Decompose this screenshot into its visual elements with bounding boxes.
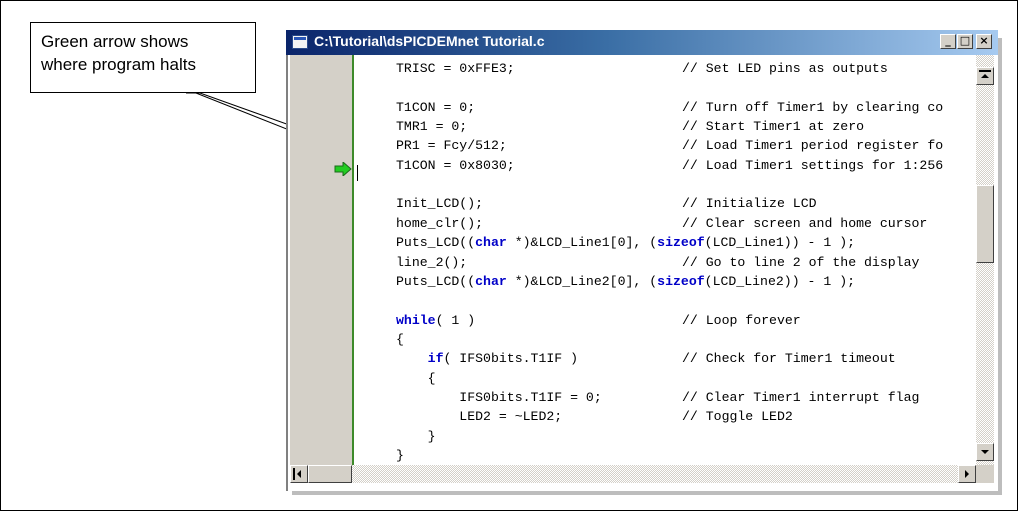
code-text: PR1 = Fcy/512; — [396, 138, 507, 154]
code-comment: // Clear screen and home cursor — [682, 215, 928, 231]
code-text: TRISC = 0xFFE3; — [396, 61, 515, 76]
code-text: while( 1 ) — [396, 312, 476, 328]
editor-window: C:\Tutorial\dsPICDEMnet Tutorial.c _ □ ×… — [286, 30, 998, 491]
vertical-scroll-thumb[interactable] — [976, 185, 994, 263]
code-comment: // Start Timer1 at zero — [682, 119, 865, 135]
chevron-up-icon — [981, 74, 989, 78]
code-area[interactable]: TRISC = 0xFFE3; // Set LED pins as output… — [396, 55, 976, 465]
code-text: if( IFS0bits.T1IF ) — [427, 351, 579, 367]
code-comment: // Clear Timer1 interrupt flag — [682, 389, 920, 405]
code-line: { — [396, 369, 436, 388]
code-line: while( 1 ) // Loop forever — [396, 311, 801, 330]
code-line: Puts_LCD((char *)&LCD_Line2[0], (sizeof(… — [396, 272, 855, 291]
chevron-down-icon — [981, 450, 989, 454]
code-text: { — [396, 331, 404, 347]
code-comment: // Toggle LED2 — [682, 409, 793, 425]
code-text: IFS0bits.T1IF = 0; — [396, 389, 602, 405]
code-line: { — [396, 330, 404, 349]
code-text: line_2(); — [396, 254, 468, 270]
window-shadow-bottom — [292, 491, 1002, 495]
code-comment: // Turn off Timer1 by clearing co — [682, 99, 944, 115]
maximize-button[interactable]: □ — [957, 34, 973, 49]
chevron-left-icon — [297, 470, 301, 478]
code-comment: // Load Timer1 period register fo — [682, 138, 944, 154]
code-line: Puts_LCD((char *)&LCD_Line1[0], (sizeof(… — [396, 233, 855, 252]
scroll-top-bar-icon — [979, 70, 991, 72]
code-text: home_clr(); — [396, 215, 484, 231]
editor-client-area: TRISC = 0xFFE3; // Set LED pins as output… — [286, 55, 998, 491]
code-text: T1CON = 0x8030; — [396, 157, 515, 173]
code-line: T1CON = 0; // Turn off Timer1 by clearing… — [396, 98, 943, 117]
code-line: LED2 = ~LED2; // Toggle LED2 — [396, 407, 793, 426]
green-right-arrow-icon — [334, 162, 352, 176]
chevron-right-icon — [965, 470, 969, 478]
scroll-left-button[interactable] — [290, 465, 308, 483]
callout-text-line2: where program halts — [41, 55, 196, 74]
scroll-right-button[interactable] — [958, 465, 976, 483]
code-line: Init_LCD(); // Initialize LCD — [396, 194, 817, 213]
code-line: home_clr(); // Clear screen and home curs… — [396, 214, 927, 233]
callout-text-line1: Green arrow shows — [41, 32, 189, 51]
size-grip[interactable] — [976, 465, 994, 483]
code-line: TMR1 = 0; // Start Timer1 at zero — [396, 117, 864, 136]
text-cursor — [357, 165, 358, 181]
code-text: Puts_LCD((char *)&LCD_Line2[0], (sizeof(… — [396, 273, 856, 289]
code-line: IFS0bits.T1IF = 0; // Clear Timer1 interr… — [396, 388, 919, 407]
title-bar[interactable]: C:\Tutorial\dsPICDEMnet Tutorial.c _ □ × — [286, 30, 998, 55]
window-title: C:\Tutorial\dsPICDEMnet Tutorial.c — [314, 33, 545, 49]
code-comment: // Go to line 2 of the display — [682, 254, 920, 270]
callout-box: Green arrow shows where program halts — [30, 22, 256, 93]
code-line: } — [396, 446, 404, 465]
breakpoint-gutter[interactable] — [290, 55, 352, 465]
scroll-start-bar-icon — [293, 468, 295, 480]
code-line: TRISC = 0xFFE3; // Set LED pins as output… — [396, 59, 888, 78]
code-line: if( IFS0bits.T1IF ) // Check for Timer1 t… — [396, 349, 896, 368]
window-shadow-right — [998, 38, 1002, 495]
scroll-down-button[interactable] — [976, 443, 994, 461]
close-button[interactable]: × — [976, 34, 992, 49]
code-text: } — [396, 448, 404, 463]
minimize-button[interactable]: _ — [940, 34, 956, 49]
gutter-divider — [352, 55, 354, 465]
code-comment: // Initialize LCD — [682, 196, 817, 212]
scroll-up-button[interactable] — [976, 67, 994, 85]
code-text: { — [396, 370, 436, 386]
document-icon[interactable] — [292, 35, 308, 49]
code-comment: // Check for Timer1 timeout — [682, 351, 896, 367]
code-comment: // Loop forever — [682, 312, 801, 328]
code-line: line_2(); // Go to line 2 of the display — [396, 253, 919, 272]
code-text: TMR1 = 0; — [396, 119, 468, 135]
horizontal-scrollbar[interactable] — [290, 465, 976, 483]
code-comment: // Load Timer1 settings for 1:256 — [682, 157, 944, 173]
code-line: T1CON = 0x8030; // Load Timer1 settings f… — [396, 156, 943, 175]
code-text: T1CON = 0; — [396, 99, 476, 115]
code-text: Init_LCD(); — [396, 196, 484, 212]
horizontal-scroll-thumb[interactable] — [308, 465, 352, 483]
code-text: LED2 = ~LED2; — [396, 409, 563, 425]
code-comment: // Set LED pins as outputs — [682, 61, 888, 76]
code-text: Puts_LCD((char *)&LCD_Line1[0], (sizeof(… — [396, 235, 856, 251]
code-line: PR1 = Fcy/512; // Load Timer1 period regi… — [396, 136, 943, 155]
code-text: } — [396, 428, 436, 444]
vertical-scrollbar[interactable] — [976, 55, 994, 465]
code-line: } — [396, 427, 436, 446]
